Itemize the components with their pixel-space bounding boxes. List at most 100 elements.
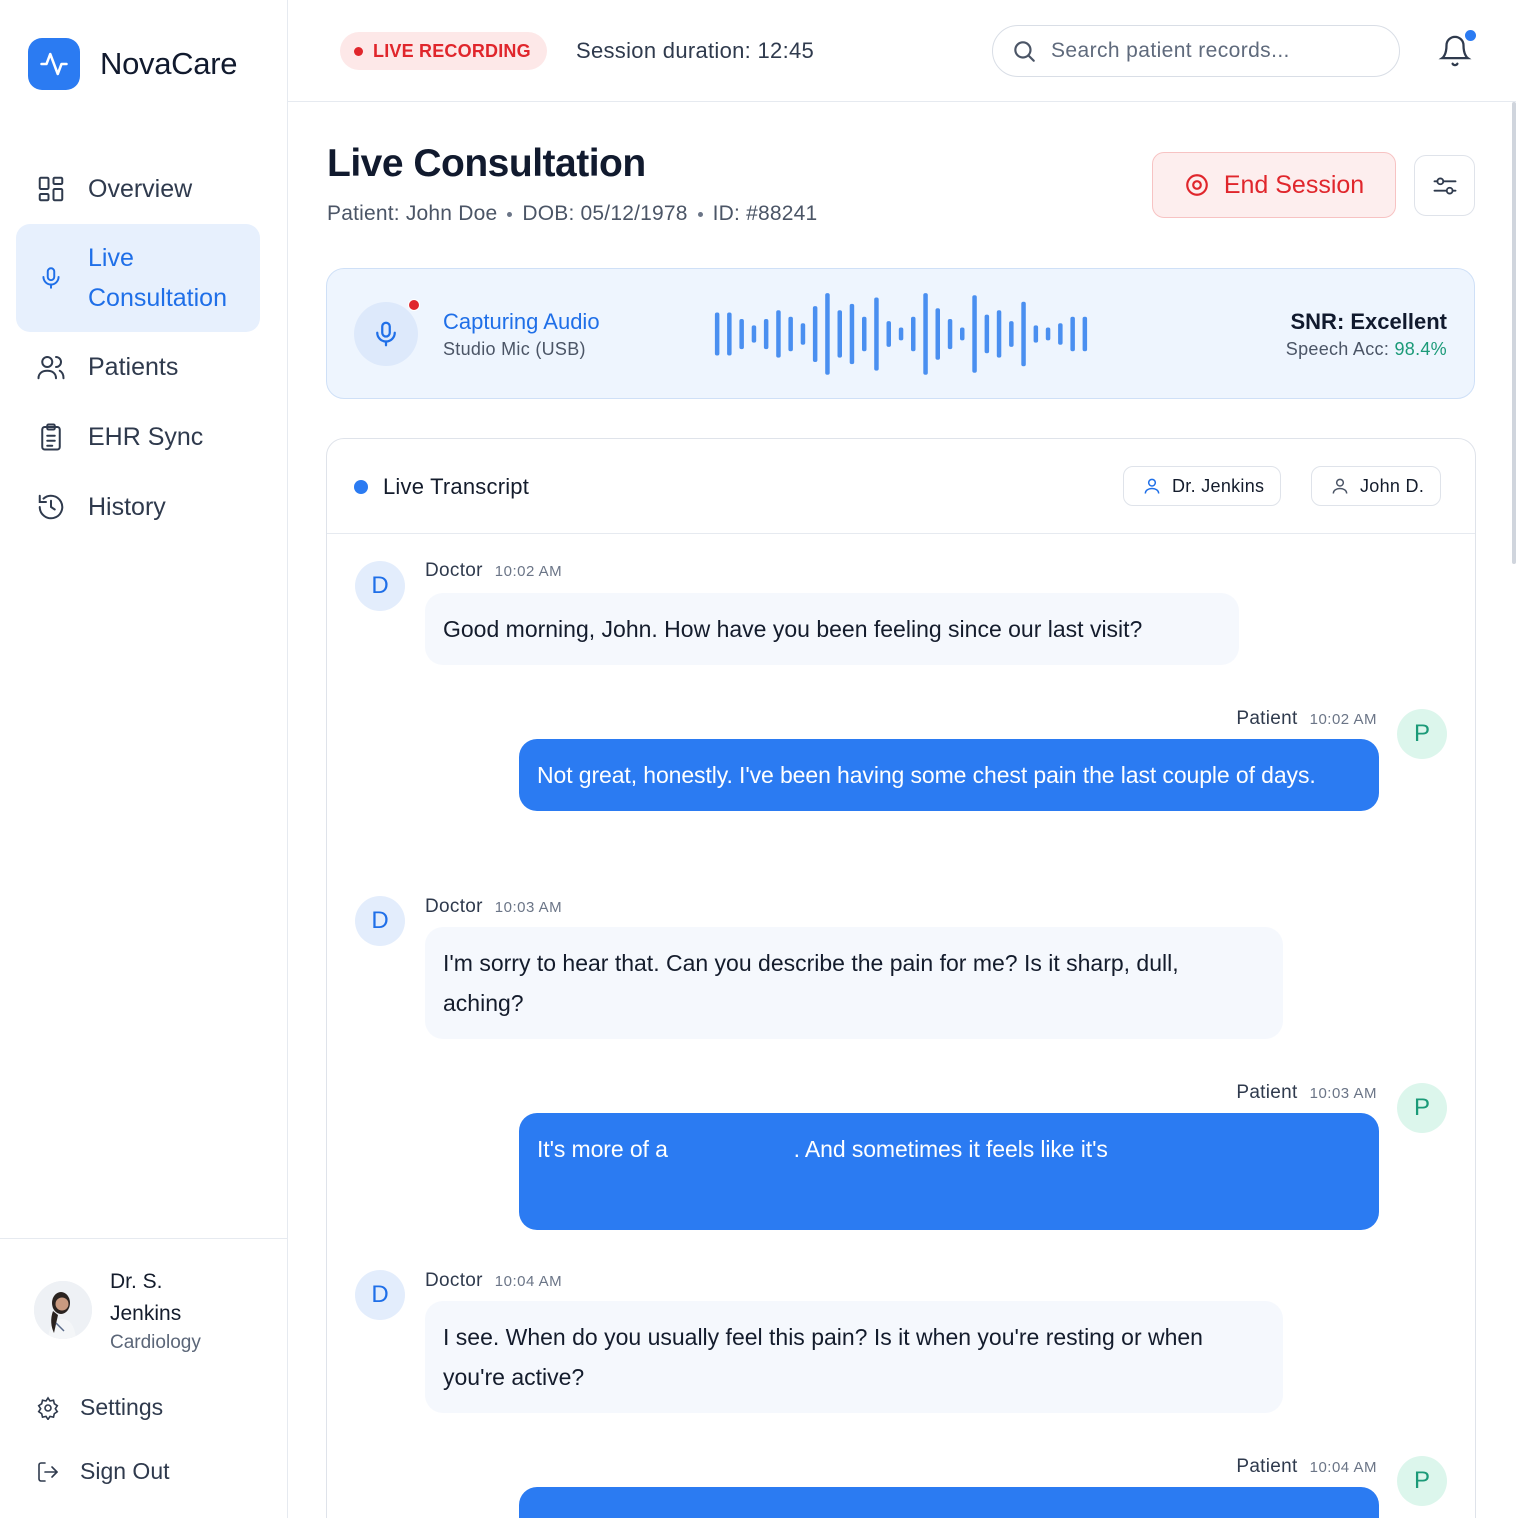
accuracy-label: Speech Acc: [1285,339,1390,359]
waveform-bar [825,293,830,375]
grid-icon [38,176,64,202]
doctor-avatar: D [355,1270,405,1320]
waveform-bar [874,297,879,371]
history-icon [38,494,64,520]
brand[interactable]: NovaCare [28,38,237,90]
message-bubble-patient [519,1487,1379,1518]
audio-status: Capturing Audio [443,309,600,334]
sidebar-divider [0,1238,288,1239]
users-icon [37,356,65,380]
waveform-bar [727,312,732,356]
stop-circle-icon [1185,174,1208,196]
mic-button[interactable] [354,302,418,366]
waveform-bar [898,327,904,341]
message-meta: Doctor 10:04 AM [425,1270,562,1292]
waveform-bar [776,310,781,358]
sidebar-item-overview[interactable]: Overview [16,154,260,224]
user-icon [1332,478,1348,494]
mic-icon [376,321,396,347]
speech-accuracy: Speech Acc: 98.4% [1286,339,1447,360]
waveform-bar [751,325,757,343]
page-title: Live Consultation [327,142,646,185]
waveform-bar [714,312,720,356]
audio-device: Studio Mic (USB) [443,339,586,359]
audio-waveform [714,293,1088,375]
message-meta: Doctor 10:03 AM [425,896,562,918]
doctor-avatar: D [355,896,405,946]
gear-icon [37,1396,59,1420]
separator-dot [507,211,513,217]
waveform-bar [984,314,990,354]
recording-dot-icon [354,46,363,56]
waveform-bar [972,295,977,373]
speaker-name: Doctor [425,560,483,581]
speaker-chip-label: Dr. Jenkins [1172,475,1265,496]
settings-label: Settings [80,1394,164,1420]
sidebar-item-label: Live Consultation [88,244,227,312]
transcript-title: Live Transcript [383,474,530,499]
sidebar-item-history[interactable]: History [16,472,260,542]
waveform-bar [935,308,940,360]
sidebar-item-live-consultation[interactable]: Live Consultation [16,224,260,332]
snr-status: SNR: Excellent [1290,309,1448,334]
waveform-bar [1045,327,1051,341]
user-name: Dr. S. Jenkins [110,1270,182,1325]
waveform-bar [800,323,806,345]
activity-icon [28,38,80,90]
doctor-avatar: D [355,561,405,611]
sidebar-item-patients[interactable]: Patients [16,332,260,402]
live-recording-badge: LIVE RECORDING [340,32,547,70]
live-dot-icon [354,480,368,494]
waveform-bar [1021,301,1026,367]
user-profile[interactable]: Dr. S. Jenkins Cardiology [34,1266,220,1354]
waveform-bar [1033,325,1039,343]
speaker-chip-patient[interactable]: John D. [1311,466,1442,506]
speaker-name: Doctor [425,896,483,917]
page-scrollbar[interactable] [1512,102,1516,564]
waveform-bar [1082,316,1088,352]
search-icon [1014,41,1035,62]
message-time: 10:02 AM [1309,711,1377,728]
end-session-button[interactable]: End Session [1152,152,1396,218]
waveform-bar [739,319,744,350]
mic-icon [42,267,60,289]
message-time: 10:03 AM [1309,1085,1377,1102]
notifications-button[interactable] [1436,30,1476,70]
waveform-bar [862,316,867,352]
sign-out-link[interactable]: Sign Out [36,1458,170,1485]
sidebar-item-label: Patients [88,352,179,381]
message-bubble-doctor: Good morning, John. How have you been fe… [425,593,1239,665]
topbar: LIVE RECORDING Session duration: 12:45 [288,0,1516,102]
settings-sliders-button[interactable] [1414,155,1475,216]
waveform-bar [849,303,855,365]
user-department: Cardiology [110,1332,201,1353]
speaker-chip-label: John D. [1360,475,1425,496]
audio-capture-card: Capturing Audio Studio Mic (USB) SNR: Ex… [326,268,1475,399]
sliders-icon [1433,176,1456,195]
sign-out-icon [38,1461,58,1482]
message-time: 10:04 AM [494,1273,563,1290]
session-duration: Session duration: 12:45 [576,38,815,63]
app-name: NovaCare [100,46,238,81]
waveform-bar [763,319,769,350]
message-bubble-doctor: I'm sorry to hear that. Can you describe… [425,927,1283,1039]
patient-name: Patient: John Doe [327,202,498,225]
separator-dot [697,211,703,217]
sidebar-item-ehr-sync[interactable]: EHR Sync [16,402,260,472]
sidebar-item-label: Overview [88,174,193,203]
message-meta: Doctor 10:02 AM [425,560,562,582]
waveform-bar [911,316,916,352]
search-box[interactable] [992,25,1400,77]
end-session-label: End Session [1223,170,1365,199]
patient-meta: Patient: John Doe DOB: 05/12/1978 ID: #8… [327,202,817,226]
speaker-chip-doctor[interactable]: Dr. Jenkins [1123,466,1282,506]
search-input[interactable] [1051,39,1371,63]
accuracy-value: 98.4% [1394,339,1447,359]
waveform-bar [1070,316,1075,352]
clipboard-icon [41,423,61,451]
recording-indicator [408,299,420,311]
patient-avatar: P [1397,1083,1447,1133]
transcript-panel: Live Transcript Dr. Jenkins John D. D Do… [326,438,1476,1518]
waveform-bar [812,306,818,362]
settings-link[interactable]: Settings [36,1394,163,1421]
